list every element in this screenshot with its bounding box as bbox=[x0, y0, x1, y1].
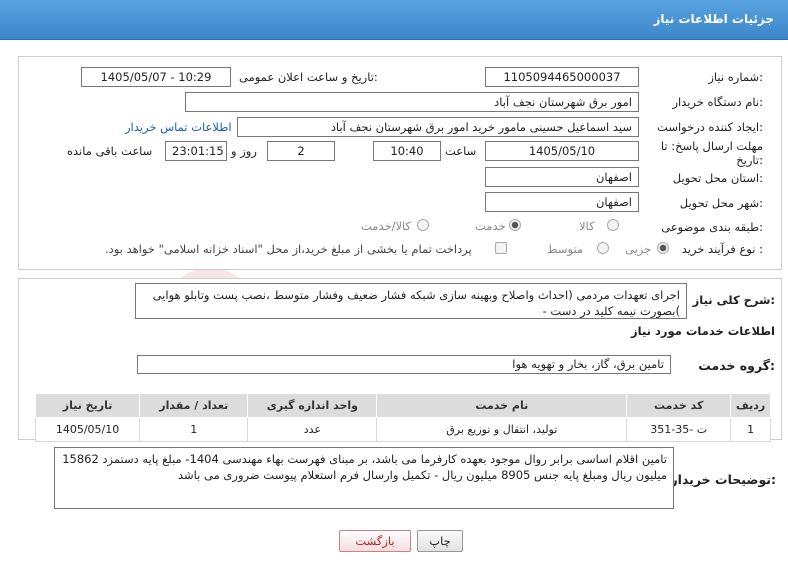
creator-label: ایجاد کننده درخواست: bbox=[657, 120, 763, 134]
buyer-notes-label: توضیحات خریدار: bbox=[670, 472, 776, 487]
need-number-field: 1105094465000037 bbox=[485, 67, 639, 87]
cell-need-date: 1405/05/10 bbox=[34, 417, 141, 442]
col-row: ردیف bbox=[730, 393, 771, 418]
city-field: اصفهان bbox=[485, 192, 639, 212]
page-title: جزئیات اطلاعات نیاز bbox=[653, 12, 774, 26]
category-option-service: خدمت bbox=[475, 219, 506, 233]
print-button[interactable]: چاپ bbox=[417, 530, 463, 552]
deadline-time-field: 10:40 bbox=[373, 141, 441, 161]
table-header-row: ردیف کد خدمت نام خدمت واحد اندازه گیری ت… bbox=[34, 393, 771, 418]
table-row: 1 ت -35-351 تولید، انتقال و توزیع برق عد… bbox=[34, 417, 771, 442]
cell-service-code: ت -35-351 bbox=[626, 417, 732, 442]
cell-row: 1 bbox=[730, 417, 771, 442]
col-need-date: تاریخ نیاز bbox=[34, 393, 141, 418]
services-section-title: اطلاعات خدمات مورد نیاز bbox=[631, 324, 775, 338]
treasury-checkbox[interactable] bbox=[495, 242, 507, 254]
category-option-goods: کالا bbox=[579, 219, 595, 233]
remaining-label: ساعت باقی مانده bbox=[67, 144, 153, 158]
description-label: شرح کلی نیاز: bbox=[692, 293, 775, 307]
col-service-code: کد خدمت bbox=[626, 393, 732, 418]
creator-field: سید اسماعیل حسینی مامور خرید امور برق شه… bbox=[237, 117, 639, 137]
buyer-notes-textarea: تامین اقلام اساسی برابر روال موجود بعهده… bbox=[54, 447, 674, 509]
province-field: اصفهان bbox=[485, 167, 639, 187]
page-header: جزئیات اطلاعات نیاز bbox=[0, 0, 788, 40]
deadline-time-label: ساعت bbox=[445, 144, 477, 158]
province-label: استان محل تحویل: bbox=[672, 171, 763, 185]
category-radio-service[interactable] bbox=[509, 219, 521, 231]
services-table: ردیف کد خدمت نام خدمت واحد اندازه گیری ت… bbox=[34, 393, 771, 442]
service-group-label: گروه خدمت: bbox=[698, 358, 775, 373]
announce-field: 1405/05/07 - 10:29 bbox=[81, 67, 231, 87]
deadline-label: مهلت ارسال پاسخ: تا bbox=[660, 139, 763, 153]
col-service-name: نام خدمت bbox=[376, 393, 628, 418]
city-label: شهر محل تحویل: bbox=[679, 196, 763, 210]
service-group-field: تامین برق، گاز، بخار و تهویه هوا bbox=[137, 355, 671, 374]
payment-note: پرداخت تمام یا بخشی از مبلغ خرید،از محل … bbox=[105, 242, 472, 256]
deadline-label-date: تاریخ: bbox=[736, 153, 763, 167]
category-option-goods-service: کالا/خدمت bbox=[361, 219, 412, 233]
process-option-partial: جزیی bbox=[625, 242, 652, 256]
cell-unit: عدد bbox=[247, 417, 378, 442]
category-radio-goods[interactable] bbox=[607, 219, 619, 231]
days-field: 2 bbox=[267, 141, 335, 161]
announce-label: تاریخ و ساعت اعلان عمومی: bbox=[239, 70, 378, 84]
category-label: طبقه بندی موضوعی: bbox=[661, 220, 763, 234]
deadline-date-field: 1405/05/10 bbox=[485, 141, 639, 161]
category-radio-goods-service[interactable] bbox=[417, 219, 429, 231]
col-unit: واحد اندازه گیری bbox=[247, 393, 378, 418]
buyer-org-field: امور برق شهرستان نجف آباد bbox=[185, 92, 639, 112]
buyer-org-label: نام دستگاه خریدار: bbox=[672, 95, 763, 109]
cell-service-name: تولید، انتقال و توزیع برق bbox=[376, 417, 628, 442]
info-panel: شماره نیاز: 1105094465000037 تاریخ و ساع… bbox=[18, 56, 782, 270]
need-number-label: شماره نیاز: bbox=[708, 70, 763, 84]
process-radio-partial[interactable] bbox=[657, 242, 669, 254]
process-radio-medium[interactable] bbox=[597, 242, 609, 254]
details-panel: شرح کلی نیاز: اجرای تعهدات مردمی (احداث … bbox=[18, 278, 782, 442]
days-label: روز و bbox=[231, 144, 257, 158]
cell-quantity: 1 bbox=[139, 417, 249, 442]
description-textarea: اجرای تعهدات مردمی (احداث واصلاح وبهینه … bbox=[135, 283, 687, 319]
remaining-time-field: 23:01:15 bbox=[165, 141, 227, 161]
process-label: نوع فرآیند خرید : bbox=[681, 242, 763, 256]
buyer-contact-link[interactable]: اطلاعات تماس خریدار bbox=[125, 120, 232, 134]
process-option-medium: متوسط bbox=[547, 242, 584, 256]
back-button[interactable]: بازگشت bbox=[339, 530, 411, 552]
col-quantity: تعداد / مقدار bbox=[139, 393, 249, 418]
